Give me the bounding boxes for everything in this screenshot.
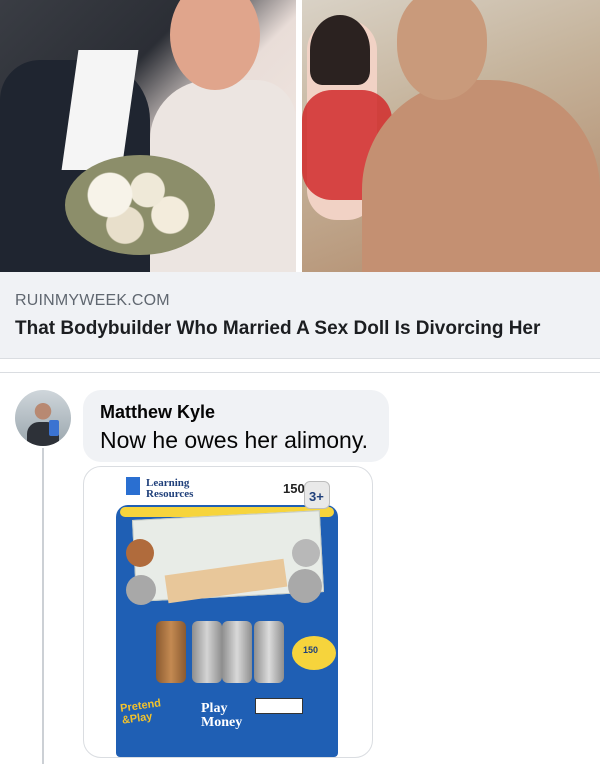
coin-stack-nickels (192, 621, 222, 683)
comment-author-name[interactable]: Matthew Kyle (100, 402, 215, 423)
link-preview-image-bodybuilder[interactable] (302, 0, 600, 272)
age-label: 3+ (309, 489, 324, 504)
product-title-line-2: Money (201, 715, 243, 730)
coin-penny (126, 539, 154, 567)
coin-stack-dimes (222, 621, 252, 683)
product-title-line-1: Play (201, 701, 228, 716)
count-badge-text: 150 (303, 645, 319, 655)
coin-nickel (126, 575, 156, 605)
link-preview-image-wedding[interactable] (0, 0, 296, 272)
link-domain: RUINMYWEEK.COM (15, 292, 170, 309)
coin-stack-quarters (254, 621, 284, 683)
divider (0, 372, 600, 373)
link-title[interactable]: That Bodybuilder Who Married A Sex Doll … (15, 318, 540, 340)
reply-thread-line (42, 448, 44, 764)
coin-quarter (292, 539, 320, 567)
link-preview-card[interactable] (0, 272, 600, 359)
man-torso (362, 80, 600, 272)
brand-line-2: Resources (146, 488, 194, 500)
bride-hair (170, 0, 260, 90)
product-title: Play Money (201, 702, 242, 730)
brand-name: Learning Resources (146, 478, 193, 500)
avatar-phone (49, 420, 59, 436)
avatar[interactable] (15, 390, 71, 446)
comment-text: Now he owes her alimony. (100, 427, 369, 453)
bouquet (65, 155, 215, 255)
learning-resources-logo-icon (126, 477, 140, 495)
piece-count: 150 (283, 481, 305, 496)
coin-stack-pennies (156, 621, 186, 683)
warning-label (255, 698, 303, 714)
doll-hair (310, 15, 370, 85)
coin-half (288, 569, 322, 603)
